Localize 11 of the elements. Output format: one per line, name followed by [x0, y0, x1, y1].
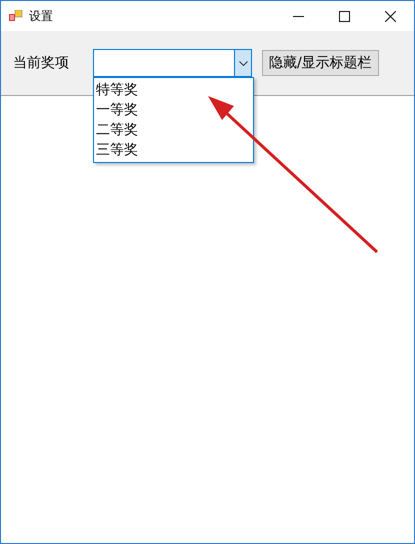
chevron-down-icon [238, 60, 248, 66]
app-icon [9, 10, 23, 22]
dropdown-option[interactable]: 三等奖 [94, 140, 253, 160]
dropdown-option[interactable]: 特等奖 [94, 80, 253, 100]
dropdown-option[interactable]: 二等奖 [94, 120, 253, 140]
toggle-titlebar-button[interactable]: 隐藏/显示标题栏 [262, 50, 379, 76]
close-icon[interactable] [385, 10, 396, 22]
dropdown-option[interactable]: 一等奖 [94, 100, 253, 120]
prize-label: 当前奖项 [13, 54, 70, 72]
maximize-icon[interactable] [339, 10, 350, 22]
window-title: 设置 [29, 8, 53, 24]
